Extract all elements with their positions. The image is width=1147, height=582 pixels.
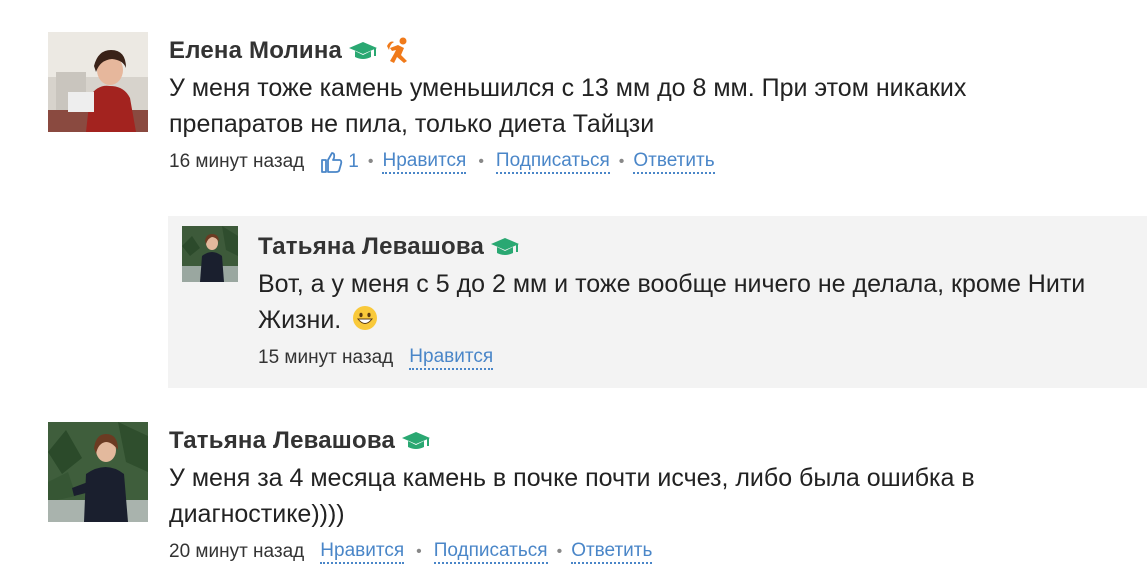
separator-dot: • [367,153,374,170]
author-name[interactable]: Татьяна Левашова [169,427,395,455]
like-button[interactable]: Нравится [382,150,467,174]
author-name[interactable]: Татьяна Левашова [258,233,484,261]
like-count: 1 [348,151,359,172]
subscribe-button[interactable]: Подписаться [495,150,610,174]
author-name[interactable]: Елена Молина [169,37,342,65]
separator-dot: • [618,153,625,170]
avatar[interactable] [48,422,148,522]
like-button[interactable]: Нравится [409,346,494,370]
timestamp: 20 минут назад [169,541,305,562]
avatar[interactable] [48,32,148,132]
thumbs-up-icon[interactable] [320,150,344,174]
grinning-face-icon [352,305,378,331]
comment-text: Вот, а у меня с 5 до 2 мм и тоже вообще … [258,266,1138,338]
avatar[interactable] [182,226,238,282]
comment-text: У меня тоже камень уменьшился с 13 мм до… [169,74,967,138]
separator-dot: • [478,153,484,170]
subscribe-button[interactable]: Подписаться [433,540,548,564]
separator-dot: • [556,543,563,560]
runner-icon [384,36,414,66]
separator-dot: • [416,543,422,560]
comment-text-content: Вот, а у меня с 5 до 2 мм и тоже вообще … [258,270,1086,334]
graduation-cap-icon [401,430,431,452]
timestamp: 15 минут назад [258,347,394,368]
timestamp: 16 минут назад [169,151,305,172]
reply-button[interactable]: Ответить [571,540,653,564]
like-button[interactable]: Нравится [320,540,405,564]
comment-text: У меня за 4 месяца камень в почке почти … [169,464,975,528]
reply-button[interactable]: Ответить [633,150,715,174]
graduation-cap-icon [348,40,378,62]
graduation-cap-icon [490,236,520,258]
